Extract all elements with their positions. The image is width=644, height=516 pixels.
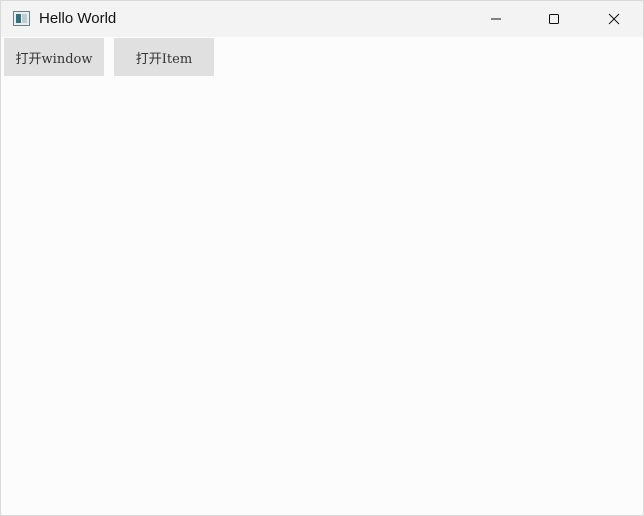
app-window: Hello World 打开window 打开Item — [0, 0, 644, 516]
minimize-button[interactable] — [473, 1, 519, 37]
button-row: 打开window 打开Item — [1, 37, 643, 77]
minimize-icon — [490, 13, 502, 25]
open-window-button[interactable]: 打开window — [4, 38, 104, 76]
close-button[interactable] — [591, 1, 637, 37]
app-icon — [13, 11, 30, 26]
maximize-button[interactable] — [531, 1, 577, 37]
close-icon — [608, 13, 620, 25]
content-area — [1, 77, 643, 515]
open-item-button[interactable]: 打开Item — [114, 38, 214, 76]
title-bar[interactable]: Hello World — [1, 1, 643, 37]
maximize-icon — [548, 13, 560, 25]
window-title: Hello World — [39, 10, 117, 27]
